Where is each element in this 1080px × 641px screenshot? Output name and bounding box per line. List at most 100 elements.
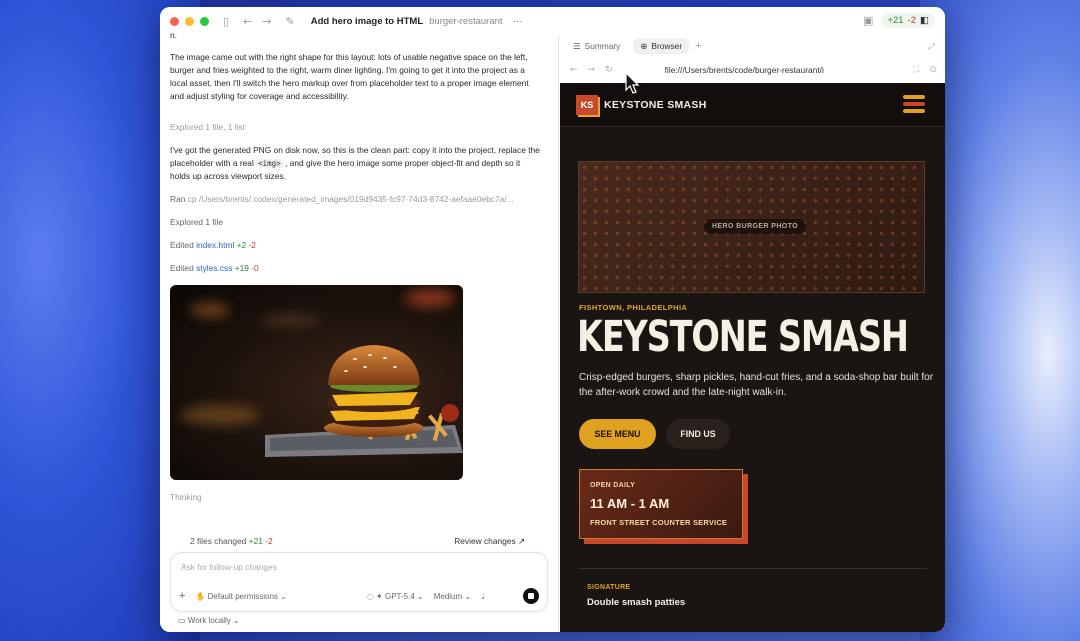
hand-icon: ✋ [195,591,206,601]
hamburger-patty [903,102,925,106]
browser-back-icon[interactable]: ← [570,65,578,75]
minimize-window-button[interactable] [185,16,194,26]
changes-additions: +21 [248,536,263,546]
edited-index-step[interactable]: Edited index.html +2 -2 [170,239,540,252]
site-logo-badge[interactable]: KS [576,95,598,115]
burger-illustration [265,345,463,457]
diff-deletions: -2 [907,15,917,26]
see-menu-button[interactable]: SEE MENU [579,419,656,449]
generated-burger-image[interactable] [170,285,463,480]
sidebar-toggle-icon[interactable]: ▯ [223,15,229,28]
edited-label: Edited [170,263,194,273]
section-divider [579,568,927,569]
permissions-dropdown[interactable]: ✋ Default permissions ⌄ [195,592,286,601]
model-dropdown[interactable]: ◌ ✦ GPT-5.4 ⌄ [367,592,424,601]
add-tab-button[interactable]: + [695,40,701,52]
url-field[interactable]: file:///Users/brents/code/burger-restaur… [665,65,824,75]
work-locally-label: Work locally ⌄ [187,616,240,625]
explored-step-1[interactable]: Explored 1 file, 1 list [170,121,540,134]
window-controls [170,16,209,26]
project-name: burger-restaurant [429,15,503,27]
hours-card: OPEN DAILY 11 AM - 1 AM FRONT STREET COU… [579,469,743,539]
hamburger-bun-bottom [903,109,925,113]
expand-icon[interactable]: ⤢ [928,41,935,52]
chat-partial-line: n. [170,30,177,40]
edited-label: Edited [170,240,194,250]
composer-toolbar: + ✋ Default permissions ⌄ ◌ ✦ GPT-5.4 ⌄ … [179,587,539,605]
tab-summary[interactable]: ☰ Summary [566,38,627,54]
assistant-message-1: The image came out with the right shape … [170,52,529,101]
mouse-cursor-icon [625,72,639,94]
composer[interactable]: Ask for follow-up changes + ✋ Default pe… [170,552,548,612]
thinking-status: Thinking [170,492,202,502]
signature-label: SIGNATURE [587,584,631,591]
close-window-button[interactable] [170,16,179,26]
stop-button[interactable] [523,588,539,604]
more-options-icon[interactable]: ··· [513,16,523,27]
mic-icon[interactable]: ♩ [481,592,485,601]
file-link-styles[interactable]: styles.css [196,263,232,273]
assistant-message-2: I've got the generated PNG on disk now, … [170,144,540,183]
find-us-button[interactable]: FIND US [666,419,730,449]
reload-icon[interactable]: ↻ [605,65,613,75]
stop-icon [528,593,534,599]
ran-command-step[interactable]: Ran cp /Users/brents/.codex/generated_im… [170,193,540,206]
forward-arrow-icon[interactable]: → [262,15,271,28]
ran-command: cp /Users/brents/.codex/generated_images… [187,194,514,204]
edited-styles-step[interactable]: Edited styles.css +19 -0 [170,262,540,275]
menu-hamburger-icon[interactable] [903,95,925,115]
terminal-icon[interactable]: ▣ [863,14,873,27]
app-window: ▯ ← → ✎ Add hero image to HTML burger-re… [160,7,945,632]
back-arrow-icon[interactable]: ← [243,15,252,28]
hero-photo-placeholder: HERO BURGER PHOTO [578,161,925,293]
edit2-additions: +19 [234,263,249,273]
site-preview: KS KEYSTONE SMASH HERO BURGER PHOTO FISH… [560,83,945,632]
hamburger-bun-top [903,95,925,99]
edit1-deletions: -2 [248,240,256,250]
diff-additions: +21 [887,15,904,26]
tab-browser-label: Browser [651,41,683,51]
work-locally-dropdown[interactable]: ▭ Work locally ⌄ [178,616,240,625]
split-view-icon[interactable]: ◧ [920,15,929,26]
model-icon: ✦ [376,591,383,601]
location-eyebrow: FISHTOWN, PHILADELPHIA [579,303,688,312]
globe-icon: ⊕ [640,41,648,51]
open-external-icon[interactable]: ⊙ [929,65,937,75]
signature-text: Double smash patties [587,597,686,608]
file-link-index[interactable]: index.html [196,240,234,250]
changes-bar: 2 files changed +21 -2 Review changes ↗ [180,532,535,550]
hours-time: 11 AM - 1 AM [590,496,670,511]
tab-browser[interactable]: ⊕ Browser [633,38,690,54]
new-chat-icon[interactable]: ✎ [286,15,295,28]
chat-pane: n. The image came out with the right sha… [160,30,559,632]
site-logo-text[interactable]: KEYSTONE SMASH [604,99,707,111]
attach-button[interactable]: + [179,590,185,602]
follow-up-input[interactable]: Ask for follow-up changes [181,562,277,572]
explored-step-2[interactable]: Explored 1 file [170,216,540,229]
permissions-label: Default permissions ⌄ [207,591,287,601]
site-hero-lede: Crisp-edged burgers, sharp pickles, hand… [579,372,934,398]
spinner-icon: ◌ [366,591,374,601]
files-changed: 2 files changed +21 -2 [190,536,273,546]
effort-dropdown[interactable]: Medium ⌄ [434,592,471,601]
review-changes-button[interactable]: Review changes ↗ [454,536,525,546]
ran-label: Ran [170,194,186,204]
url-bar: ← → ↻ file:///Users/brents/code/burger-r… [560,59,945,81]
pane-tabs: ☰ Summary ⊕ Browser + ⤢ [560,35,945,57]
hero-placeholder-label: HERO BURGER PHOTO [704,219,807,234]
diff-summary-badge[interactable]: +21 -2 ◧ [881,13,935,28]
browser-pane: ☰ Summary ⊕ Browser + ⤢ ← → ↻ file:///Us… [560,35,945,632]
summary-icon: ☰ [573,41,581,51]
screenshot-icon[interactable]: ⛶ [913,65,919,75]
model-label: GPT-5.4 ⌄ [384,591,424,601]
laptop-icon: ▭ [178,616,186,625]
edit1-additions: +2 [236,240,247,250]
tab-summary-label: Summary [584,41,621,51]
hours-label: OPEN DAILY [590,482,636,489]
zoom-window-button[interactable] [200,16,209,26]
site-hero-title: KEYSTONE SMASH [577,312,909,362]
browser-forward-icon[interactable]: → [588,65,596,75]
site-header: KS KEYSTONE SMASH [560,83,945,127]
edit2-deletions: -0 [251,263,259,273]
titlebar-actions: ▣ +21 -2 ◧ [863,13,935,28]
